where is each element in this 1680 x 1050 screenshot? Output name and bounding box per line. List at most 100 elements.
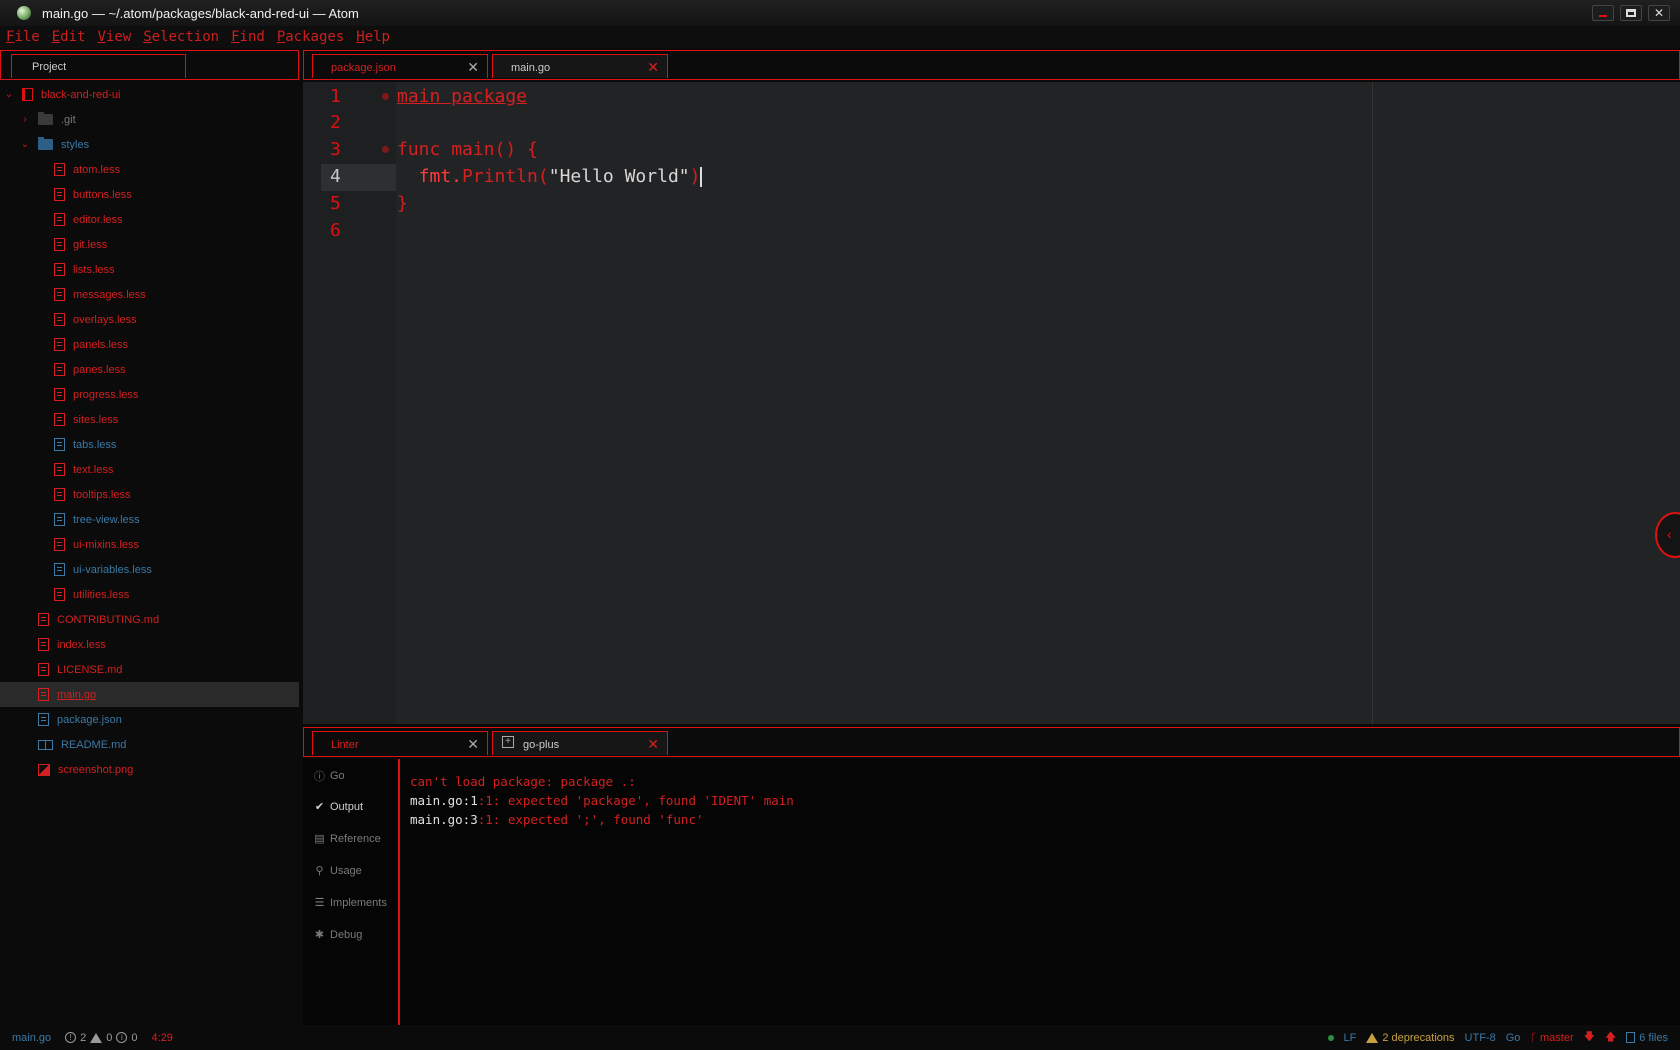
nav-usage[interactable]: ⚲ Usage [313,864,361,878]
tree-file[interactable]: messages.less [54,282,146,307]
line-ending[interactable]: LF [1344,1032,1357,1044]
close-icon[interactable]: ✕ [647,736,659,753]
git-changed-files[interactable]: 6 files [1626,1032,1668,1044]
check-icon: ✔ [314,801,325,813]
dock-tab-bar: Linter ✕ + go-plus ✕ [303,727,1680,757]
maximize-button[interactable] [1620,5,1642,21]
book-icon [38,739,53,750]
text-editor[interactable]: 1 2 3 4 5 6 main package func main() { f… [303,82,1680,724]
file-icon [54,363,65,376]
nav-debug[interactable]: ✱ Debug [313,928,363,942]
deprecation-cop[interactable]: 2 deprecations [1366,1032,1455,1044]
file-icon [38,713,49,726]
tree-file[interactable]: text.less [54,457,113,482]
menu-packages[interactable]: Packages [277,29,344,45]
file-icon [54,313,65,326]
code-line: fmt.Println("Hello World") [397,166,703,187]
tree-view: Project ⌄ black-and-red-ui › .git ⌄ styl… [0,50,299,1025]
text-cursor [700,167,703,187]
tree-file[interactable]: panes.less [54,357,126,382]
line-number: 5 [330,193,341,214]
file-icon [54,413,65,426]
tree-file[interactable]: progress.less [54,382,138,407]
tree-file[interactable]: atom.less [54,157,120,182]
tree-folder-styles[interactable]: ⌄ styles [20,132,89,157]
telescope-icon: ⚲ [315,865,324,877]
folder-icon [38,112,53,125]
tree-file[interactable]: ui-variables.less [54,557,152,582]
bug-icon: ✱ [314,929,325,941]
book-icon: ▤ [314,833,325,845]
tab-project[interactable]: Project [11,54,186,78]
linter-summary[interactable]: ! 2 0 i 0 [65,1032,138,1044]
tree-file[interactable]: buttons.less [54,182,132,207]
file-icon [54,538,65,551]
cursor-position[interactable]: 4:29 [152,1032,173,1044]
tree-file[interactable]: editor.less [54,207,123,232]
menu-file[interactable]: File [6,29,40,45]
tree-file[interactable]: tree-view.less [54,507,140,532]
file-icon [54,488,65,501]
tree-file[interactable]: screenshot.png [38,757,133,782]
go-plus-panel: ⓘ Go ✔ Output ▤ Reference ⚲ Usage ☰ Implement… [303,759,1680,1025]
output-line: main.go:3:1: expected ';', found 'func' [410,812,704,827]
tree-file[interactable]: utilities.less [54,582,129,607]
menu-view[interactable]: View [97,29,131,45]
tab-main-go[interactable]: main.go ✕ [492,54,668,78]
file-icon [54,588,65,601]
close-window-button[interactable]: ✕ [1648,5,1670,21]
tree-file[interactable]: sites.less [54,407,118,432]
status-file-path[interactable]: main.go [12,1032,51,1044]
minimize-icon [1599,15,1607,17]
tree-file[interactable]: index.less [38,632,106,657]
file-icon [54,463,65,476]
nav-go[interactable]: ⓘ Go [313,768,345,784]
editor-tab-bar: package.json ✕ main.go ✕ [303,50,1680,80]
tree-file-selected[interactable]: main.go [0,682,299,707]
tab-go-plus[interactable]: + go-plus ✕ [492,731,668,755]
arrow-up-icon[interactable]: 🡅 [1605,1028,1616,1047]
file-icon [54,213,65,226]
line-number: 3 [330,139,341,160]
tree-file[interactable]: lists.less [54,257,115,282]
go-plus-nav: ⓘ Go ✔ Output ▤ Reference ⚲ Usage ☰ Implement… [303,759,400,1025]
chevron-down-icon: ⌄ [4,89,14,100]
nav-implements[interactable]: ☰ Implements [313,896,387,910]
tab-linter[interactable]: Linter ✕ [312,731,488,755]
tree-file[interactable]: ui-mixins.less [54,532,139,557]
menu-find[interactable]: Find [231,29,265,45]
tree-file[interactable]: tooltips.less [54,482,130,507]
grammar-selector[interactable]: Go [1506,1032,1521,1044]
close-icon[interactable]: ✕ [647,59,659,76]
folder-open-icon [38,137,53,150]
dock-toggle-button[interactable]: ‹ [1655,512,1680,558]
git-branch[interactable]: ᚴ master [1530,1032,1573,1044]
tab-package-json[interactable]: package.json ✕ [312,54,488,78]
tree-file[interactable]: overlays.less [54,307,137,332]
close-icon[interactable]: ✕ [467,59,479,76]
nav-output[interactable]: ✔ Output [313,800,363,814]
info-icon: i [116,1032,128,1043]
tree-file[interactable]: CONTRIBUTING.md [38,607,159,632]
nav-reference[interactable]: ▤ Reference [313,832,380,846]
tree-folder-git[interactable]: › .git [20,107,76,132]
plus-square-icon: + [502,736,514,748]
line-number: 6 [330,220,341,241]
tree-root[interactable]: ⌄ black-and-red-ui [4,82,120,107]
close-icon[interactable]: ✕ [467,736,479,753]
tree-file[interactable]: package.json [38,707,122,732]
menu-edit[interactable]: Edit [52,29,86,45]
tree-file[interactable]: tabs.less [54,432,116,457]
tree-file[interactable]: git.less [54,232,107,257]
error-icon: ! [65,1032,77,1043]
menu-selection[interactable]: Selection [143,29,219,45]
lint-marker-icon [382,93,389,100]
menu-help[interactable]: Help [356,29,390,45]
tree-file[interactable]: panels.less [54,332,128,357]
file-encoding[interactable]: UTF-8 [1465,1032,1496,1044]
arrow-down-icon[interactable]: 🡇 [1584,1028,1595,1047]
tree-file[interactable]: README.md [38,732,126,757]
tree-file[interactable]: LICENSE.md [38,657,122,682]
file-icon [54,288,65,301]
minimize-button[interactable] [1592,5,1614,21]
